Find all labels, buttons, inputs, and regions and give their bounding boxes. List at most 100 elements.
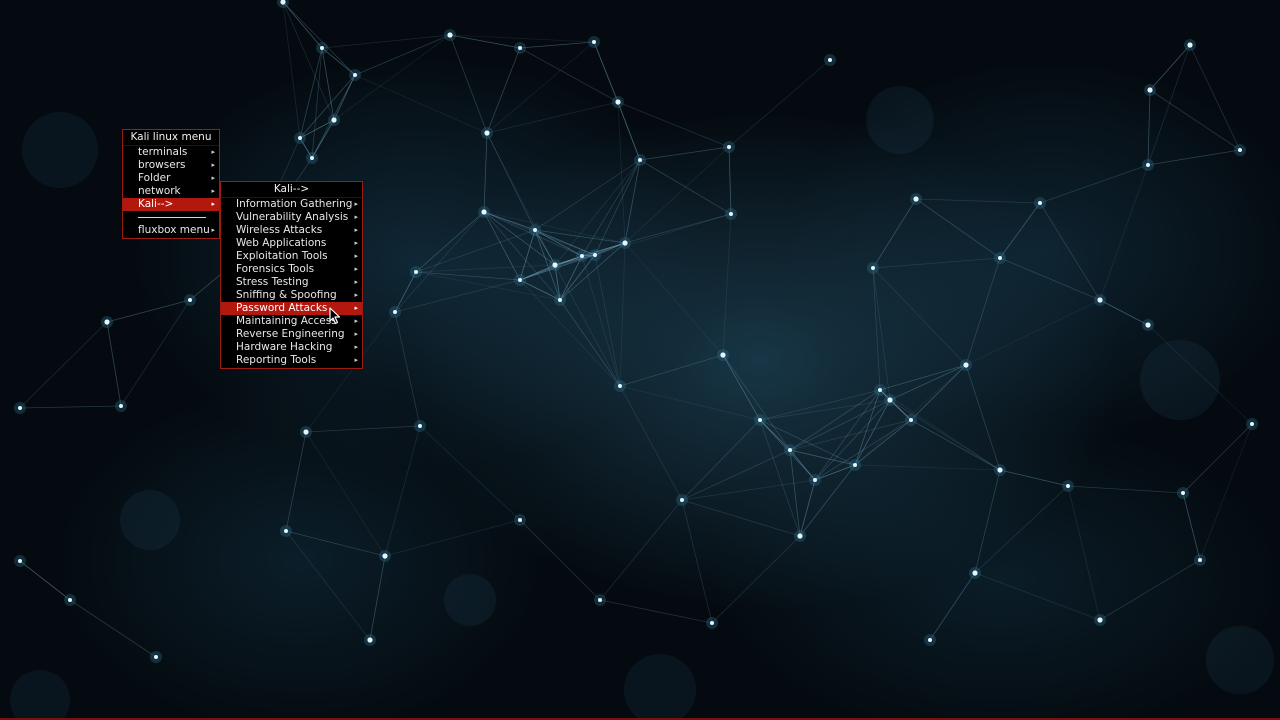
network-node <box>558 298 562 302</box>
network-edge <box>282 1 356 76</box>
network-node <box>887 397 893 403</box>
network-edge <box>965 364 1001 471</box>
network-edge <box>1199 423 1253 561</box>
network-edge <box>759 419 791 451</box>
network-node <box>1147 87 1153 93</box>
network-edges <box>19 1 1253 658</box>
desktop[interactable] <box>0 0 1280 720</box>
network-edge <box>486 132 556 266</box>
network-edge <box>486 101 619 134</box>
submenu-arrow-icon: ▸ <box>211 187 215 195</box>
network-edge <box>1067 485 1101 621</box>
menu-item-label: Folder <box>138 172 171 184</box>
network-node <box>1146 163 1150 167</box>
wallpaper-network <box>10 0 1274 720</box>
network-edge <box>69 599 157 658</box>
network-node <box>998 256 1002 260</box>
network-edge <box>619 242 626 387</box>
network-edge <box>1039 164 1149 204</box>
network-edge <box>534 159 641 231</box>
network-edge <box>711 535 801 624</box>
menu-item-sniffing-spoofing[interactable]: Sniffing & Spoofing ▸ <box>221 289 362 302</box>
menu-item-fluxbox-menu[interactable]: fluxbox menu ▸ <box>123 224 219 237</box>
menu-item-label: browsers <box>138 159 186 171</box>
network-edge <box>872 267 967 366</box>
network-node <box>788 448 792 452</box>
network-node <box>710 621 714 625</box>
network-edge <box>965 257 1001 366</box>
network-edge <box>681 499 801 537</box>
network-node <box>414 270 418 274</box>
network-node <box>353 73 357 77</box>
submenu-arrow-icon: ▸ <box>354 200 358 208</box>
menu-item-stress-testing[interactable]: Stress Testing ▸ <box>221 276 362 289</box>
network-edge <box>594 213 732 256</box>
submenu-arrow-icon: ▸ <box>354 304 358 312</box>
network-edge <box>519 519 601 601</box>
menu-item-browsers[interactable]: browsers ▸ <box>123 159 219 172</box>
menu-item-exploitation-tools[interactable]: Exploitation Tools ▸ <box>221 250 362 263</box>
network-edge <box>872 267 891 401</box>
network-node <box>727 145 731 149</box>
menu-item-vulnerability-analysis[interactable]: Vulnerability Analysis ▸ <box>221 211 362 224</box>
network-node <box>1250 422 1254 426</box>
network-edge <box>106 321 122 407</box>
network-edge <box>617 101 641 161</box>
network-edge <box>486 47 521 134</box>
kali-submenu: Kali--> Information Gathering ▸ Vulnerab… <box>220 181 363 369</box>
menu-item-kali[interactable]: Kali--> ▸ <box>123 198 219 211</box>
network-edge <box>872 257 1001 269</box>
submenu-arrow-icon: ▸ <box>354 330 358 338</box>
menu-item-hardware-hacking[interactable]: Hardware Hacking ▸ <box>221 341 362 354</box>
bokeh-light <box>120 490 180 550</box>
menu-item-forensics-tools[interactable]: Forensics Tools ▸ <box>221 263 362 276</box>
network-edge <box>1147 149 1241 166</box>
network-node <box>518 518 522 522</box>
bokeh-light <box>22 112 98 188</box>
network-edge <box>639 146 730 161</box>
menu-item-web-applications[interactable]: Web Applications ▸ <box>221 237 362 250</box>
network-edge <box>1099 559 1201 621</box>
network-edge <box>285 530 371 641</box>
network-edge <box>872 198 917 269</box>
menu-item-network[interactable]: network ▸ <box>123 185 219 198</box>
menu-item-reverse-engineering[interactable]: Reverse Engineering ▸ <box>221 328 362 341</box>
network-edge <box>1149 44 1191 91</box>
submenu-arrow-icon: ▸ <box>354 265 358 273</box>
network-edge <box>974 485 1069 574</box>
network-edge <box>282 1 323 49</box>
menu-item-label: Information Gathering <box>236 198 353 210</box>
menu-item-terminals[interactable]: terminals ▸ <box>123 146 219 159</box>
menu-item-wireless-attacks[interactable]: Wireless Attacks ▸ <box>221 224 362 237</box>
network-edge <box>285 530 386 557</box>
network-node <box>447 32 453 38</box>
network-node <box>518 278 522 282</box>
network-edge <box>728 59 831 148</box>
network-edge <box>599 499 683 601</box>
menu-item-label: Maintaining Access <box>236 315 337 327</box>
menu-item-information-gathering[interactable]: Information Gathering ▸ <box>221 198 362 211</box>
network-node <box>1097 297 1103 303</box>
network-node <box>320 46 324 50</box>
menu-item-label: Password Attacks <box>236 302 328 314</box>
network-edge <box>19 405 122 409</box>
network-node <box>393 310 397 314</box>
submenu-arrow-icon: ▸ <box>354 213 358 221</box>
network-node <box>154 655 158 659</box>
network-edge <box>728 146 732 215</box>
network-edge <box>915 198 1001 259</box>
menu-item-folder[interactable]: Folder ▸ <box>123 172 219 185</box>
network-edge <box>559 299 621 387</box>
network-node <box>552 262 558 268</box>
network-node <box>310 156 314 160</box>
network-edge <box>1067 485 1184 494</box>
network-edge <box>1039 202 1101 301</box>
network-edge <box>19 321 108 409</box>
submenu-arrow-icon: ▸ <box>211 200 215 208</box>
network-node <box>298 136 302 140</box>
network-node <box>18 559 22 563</box>
network-node <box>1238 148 1242 152</box>
network-edge <box>974 572 1101 621</box>
menu-item-reporting-tools[interactable]: Reporting Tools ▸ <box>221 354 362 367</box>
network-edge <box>415 271 521 281</box>
